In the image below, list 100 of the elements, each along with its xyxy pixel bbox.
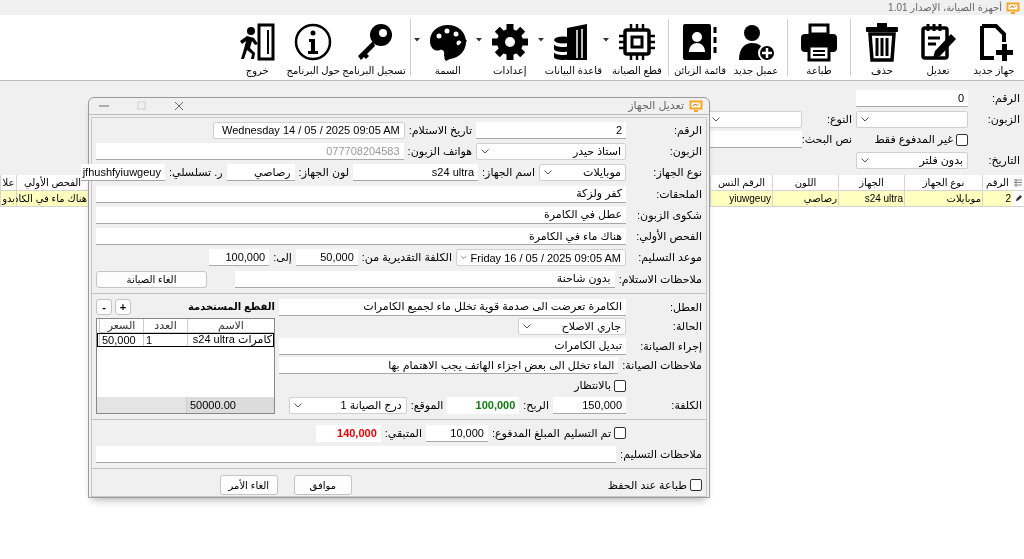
field-label: ملاحظات الاستلام:	[618, 272, 702, 286]
field-label: الرقم:	[990, 92, 1020, 105]
notepad-pencil-icon	[918, 22, 958, 62]
table-cell: موبايلات	[904, 191, 982, 207]
remove-button[interactable]: -	[96, 298, 112, 315]
toolbar-button[interactable]: قطع الصيانة	[609, 15, 665, 80]
gear-icon	[489, 22, 530, 62]
field-label: تاريخ الاستلام:	[408, 123, 472, 137]
chevron-icon	[544, 170, 552, 176]
remaining-value: 140,000	[315, 424, 381, 442]
text-field[interactable]: الماء تخلل الى بعض اجزاء الهاتف يجب الاهتمام بها	[279, 357, 619, 375]
toolbar-button[interactable]: حول البرنامج	[285, 15, 342, 80]
text-field[interactable]: 10,000	[426, 424, 488, 442]
caret-icon[interactable]	[413, 37, 420, 42]
column-header[interactable]: الاسم	[187, 318, 274, 333]
field-label: النوع:	[825, 112, 852, 126]
table-cell: s24 ultra	[838, 191, 904, 207]
text-field[interactable]: 150,000	[553, 396, 626, 414]
toolbar-button[interactable]: قائمة الزبائن	[672, 15, 728, 80]
dropdown-field[interactable]	[707, 110, 802, 128]
field-label: نوع الجهاز:	[652, 166, 702, 180]
column-header[interactable]: الرقم	[982, 175, 1012, 191]
chevron-icon	[293, 402, 302, 408]
column-header[interactable]: الرقم التس	[710, 175, 772, 191]
table-cell: 2	[982, 191, 1012, 207]
field-label: الرقم:	[672, 123, 702, 137]
checkbox[interactable]: طباعة عند الحفظ	[607, 478, 702, 492]
field-label: الملحقات:	[655, 187, 702, 201]
palette-icon	[427, 22, 468, 62]
toolbar-button[interactable]: خروج	[229, 15, 286, 80]
dropdown-field[interactable]	[856, 110, 968, 128]
toolbar-button[interactable]: قاعدة البيانات	[543, 15, 603, 80]
text-field[interactable]: 50,000	[295, 249, 358, 267]
column-header[interactable]: العدد	[143, 318, 187, 333]
text-field[interactable]: jfhushfyiuwgeuy	[80, 164, 165, 182]
text-field[interactable]	[707, 131, 802, 148]
caret-icon[interactable]	[537, 37, 544, 42]
field-label: الكلفة التقديرية من:	[361, 251, 452, 265]
dropdown-field[interactable]: جاري الاصلاح	[518, 318, 626, 336]
toolbar-button[interactable]: حذف	[854, 15, 910, 80]
field-label: الموقع:	[410, 398, 444, 412]
checkbox[interactable]: بالانتظار	[574, 379, 626, 393]
add-button[interactable]: +	[115, 298, 131, 315]
dropdown-field[interactable]: درج الصيانة 1	[288, 396, 407, 414]
text-field[interactable]: 100,000	[209, 249, 270, 267]
dialog-button[interactable]: الغاء الأمر	[219, 475, 278, 495]
column-header[interactable]: علا	[0, 175, 16, 191]
info-icon	[293, 22, 334, 62]
checkbox[interactable]: غير المدفوع فقط	[874, 133, 968, 146]
toolbar-button[interactable]: تسجيل البرنامج	[341, 15, 407, 80]
toolbar-button[interactable]: عميل جديد	[728, 15, 784, 80]
text-field[interactable]: الكامرة تعرضت الى صدمة قوية تخلل ماء لجميع الكامرات	[279, 298, 626, 316]
field-label: الكلفة:	[670, 398, 702, 412]
toolbar-button[interactable]: جهاز جديد	[966, 15, 1022, 80]
column-header[interactable]: الجهاز	[838, 175, 904, 191]
field-label: نص البحث:	[802, 133, 852, 146]
dialog-button[interactable]: موافق	[293, 475, 352, 495]
column-header[interactable]: السعر	[99, 318, 143, 333]
field-label: المبلغ المدفوع:	[492, 426, 560, 440]
text-field[interactable]: 2	[476, 121, 626, 139]
cancel-repair-button[interactable]: الغاء الصيانة	[96, 270, 207, 288]
caret-icon[interactable]	[603, 37, 609, 42]
chevron-icon	[712, 116, 720, 122]
toolbar-button[interactable]: السمة	[419, 15, 476, 80]
dropdown-field[interactable]: Friday 16 / 05 / 2025 09:05 AM	[456, 249, 626, 267]
text-field[interactable]: هناك ماء في الكامرة	[96, 228, 626, 246]
dropdown-field[interactable]: استاذ حيدر	[476, 142, 626, 160]
field-label: موعد التسليم:	[637, 251, 702, 265]
text-field[interactable]: رصاصي	[226, 164, 295, 182]
text-field[interactable]: كفر ولزكة	[96, 185, 626, 203]
toolbar-button[interactable]: إعدادات	[481, 15, 538, 80]
text-field[interactable]: 0	[856, 90, 968, 107]
dropdown-field[interactable]: موبايلات	[539, 164, 626, 182]
dropdown-field[interactable]: Wednesday 14 / 05 / 2025 09:05 AM	[212, 121, 405, 139]
text-field[interactable]: عطل في الكامرة	[96, 206, 626, 224]
parts-title: القطع المستخدمة	[187, 301, 275, 313]
app-title: أجهزة الصيانة، الإصدار 1.01	[888, 2, 1002, 13]
toolbar-button[interactable]: طباعة	[791, 15, 847, 80]
text-field[interactable]: s24 ultra	[353, 164, 479, 182]
profit-value: 100,000	[447, 396, 520, 414]
table-cell: هناك ماء في الكاد	[16, 191, 88, 207]
field-label: إلى:	[273, 251, 292, 265]
field-label: الفحص الأولي:	[635, 230, 702, 244]
dropdown-field[interactable]: بدون فلتر	[856, 151, 968, 169]
checkbox[interactable]: تم التسليم	[563, 426, 626, 440]
app-icon	[689, 99, 703, 112]
column-header[interactable]: اللون	[772, 175, 838, 191]
field-label: الزبون:	[986, 112, 1020, 126]
add-user-icon	[736, 22, 776, 62]
field-label: التاريخ:	[987, 153, 1020, 167]
chevron-icon	[461, 255, 467, 261]
column-header[interactable]: نوع الجهاز	[904, 175, 982, 191]
caret-icon[interactable]	[475, 37, 482, 42]
text-field[interactable]	[96, 446, 617, 463]
close-icon[interactable]	[174, 100, 184, 111]
toolbar-button[interactable]: تعديل	[910, 15, 966, 80]
field-label: شكوى الزبون:	[636, 208, 702, 222]
field-label: الزبون:	[668, 144, 702, 158]
text-field[interactable]: تبديل الكامرات	[279, 337, 626, 355]
text-field[interactable]: بدون شاحنة	[234, 270, 615, 288]
